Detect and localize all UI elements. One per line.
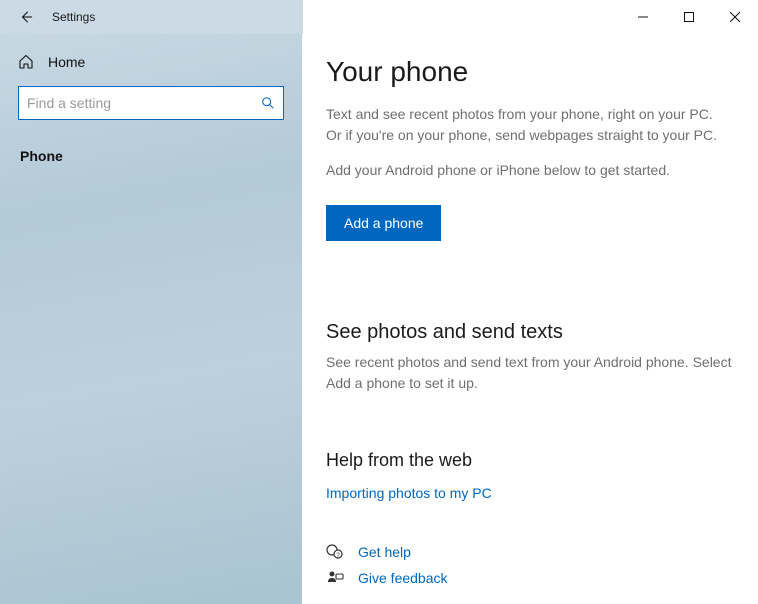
page-title: Your phone [326,56,734,88]
close-icon [730,12,740,22]
maximize-button[interactable] [666,0,712,34]
search-input[interactable] [27,95,261,111]
get-help-icon: ? [326,543,344,561]
section-photos-desc: See recent photos and send text from you… [326,352,734,394]
give-feedback-row[interactable]: Give feedback [326,569,734,587]
get-help-link[interactable]: Get help [358,544,411,560]
window-controls [620,0,758,34]
back-arrow-icon [19,10,33,24]
sidebar: Home Phone [0,34,302,604]
description-1: Text and see recent photos from your pho… [326,104,726,146]
back-button[interactable] [18,9,34,25]
home-icon [18,54,34,70]
minimize-icon [638,12,648,22]
home-label: Home [48,54,85,70]
give-feedback-link[interactable]: Give feedback [358,570,448,586]
minimize-button[interactable] [620,0,666,34]
feedback-icon [326,569,344,587]
search-box[interactable] [18,86,284,120]
close-button[interactable] [712,0,758,34]
main-container: Home Phone Your phone Text and see recen… [0,34,758,604]
content-pane: Your phone Text and see recent photos fr… [302,34,758,604]
add-phone-button[interactable]: Add a phone [326,205,441,241]
help-link-importing-photos[interactable]: Importing photos to my PC [326,485,492,501]
titlebar-left: Settings [0,9,302,25]
description-2: Add your Android phone or iPhone below t… [326,160,726,181]
maximize-icon [684,12,694,22]
titlebar: Settings [0,0,758,34]
window-title: Settings [52,10,95,24]
section-photos-title: See photos and send texts [326,321,734,344]
sidebar-item-phone[interactable]: Phone [18,142,284,170]
search-icon [261,96,275,110]
home-nav-item[interactable]: Home [18,48,284,86]
get-help-row[interactable]: ? Get help [326,543,734,561]
help-section-title: Help from the web [326,450,734,471]
